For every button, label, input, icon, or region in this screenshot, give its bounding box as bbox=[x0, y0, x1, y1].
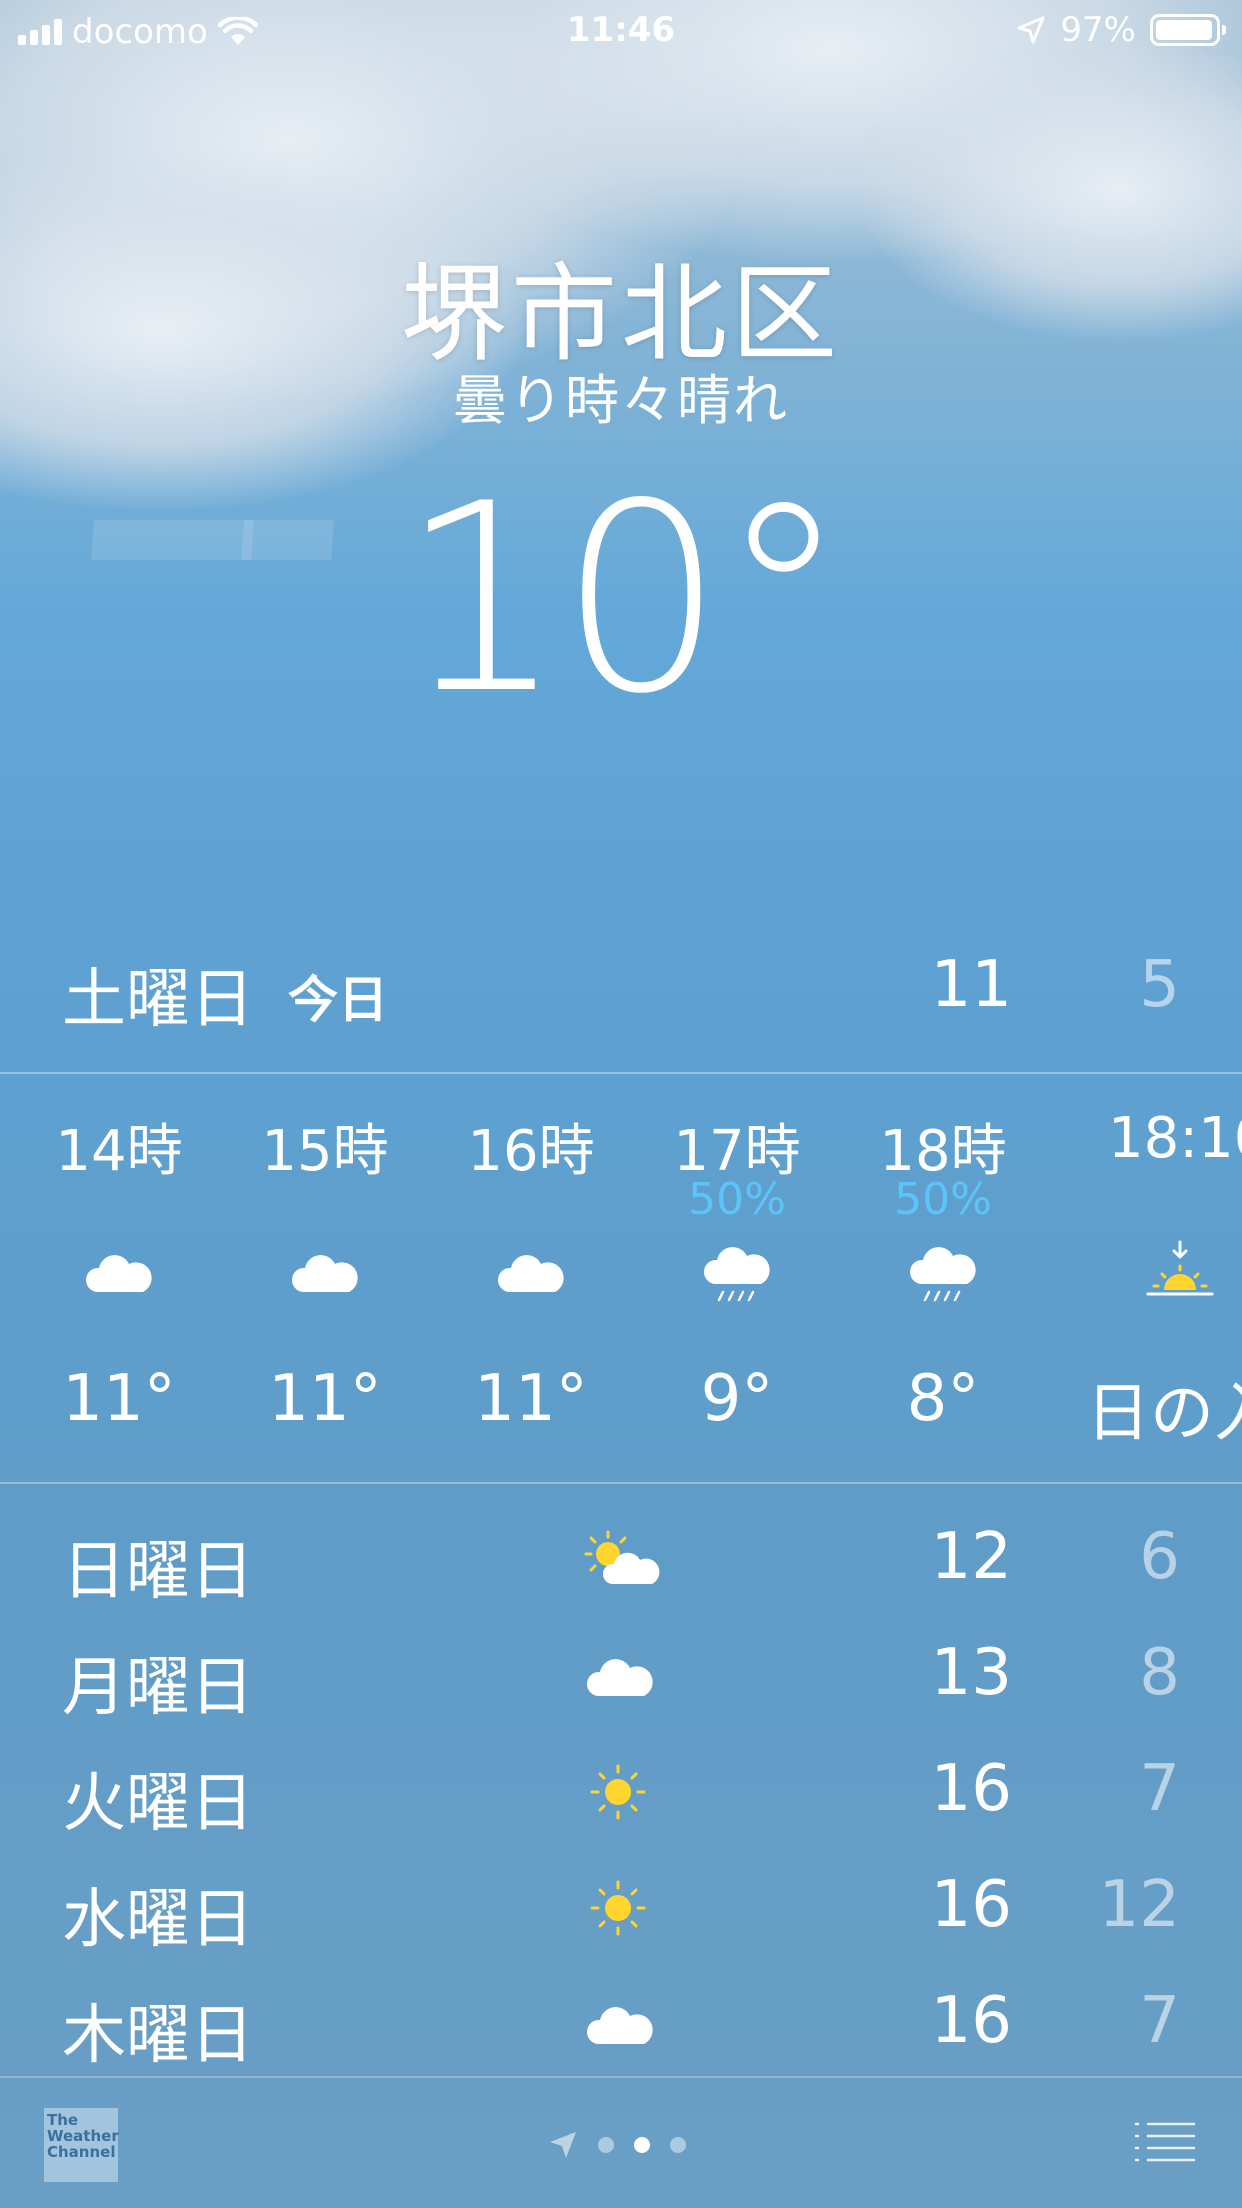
today-low: 5 bbox=[1139, 948, 1180, 1022]
cloud-icon bbox=[586, 2007, 653, 2044]
daily-high: 16 bbox=[930, 1752, 1012, 1826]
hourly-item: 16時 11° bbox=[428, 1074, 634, 1470]
rain-cloud-icon bbox=[909, 1247, 976, 1302]
cloud-icon bbox=[586, 1659, 653, 1696]
hour-temp: 11° bbox=[268, 1362, 382, 1436]
location-arrow-icon bbox=[550, 2132, 576, 2158]
page-dot[interactable] bbox=[598, 2137, 614, 2153]
today-row: 土曜日 今日 11 5 bbox=[0, 948, 1242, 1037]
daily-high: 16 bbox=[930, 1868, 1012, 1942]
daily-low: 8 bbox=[1139, 1636, 1180, 1710]
hour-time: 18:10 bbox=[1108, 1106, 1242, 1171]
hour-time: 15時 bbox=[261, 1119, 389, 1184]
hourly-item: 18:10 日の入 bbox=[1080, 1074, 1242, 1470]
logo-text: Weather bbox=[47, 2127, 119, 2145]
daily-high: 16 bbox=[930, 1984, 1012, 2058]
daily-low: 12 bbox=[1098, 1868, 1180, 1942]
daily-row: 火曜日 16 7 bbox=[0, 1752, 1242, 1868]
footer-bar: The Weather Channel bbox=[0, 2078, 1242, 2208]
cloud-icon bbox=[85, 1255, 152, 1292]
hourly-item: 17時 50% 9° bbox=[634, 1074, 840, 1470]
sun-icon bbox=[590, 1764, 646, 1820]
daily-day: 日曜日 bbox=[62, 1535, 254, 1609]
hour-temp: 日の入 bbox=[1086, 1377, 1242, 1451]
daily-low: 7 bbox=[1139, 1984, 1180, 2058]
daily-row: 水曜日 16 12 bbox=[0, 1868, 1242, 1984]
current-temperature: 10° bbox=[399, 449, 849, 751]
daily-day: 月曜日 bbox=[62, 1651, 254, 1725]
cloud-icon bbox=[291, 1255, 358, 1292]
weather-condition: 曇り時々晴れ bbox=[453, 369, 789, 432]
today-day: 土曜日 bbox=[62, 963, 254, 1037]
sun-icon bbox=[590, 1880, 646, 1936]
daily-day: 火曜日 bbox=[62, 1767, 254, 1841]
rain-cloud-icon bbox=[703, 1247, 770, 1302]
battery-percent: 97% bbox=[1060, 10, 1136, 50]
weather-channel-logo[interactable]: The Weather Channel bbox=[44, 2108, 119, 2182]
daily-row: 日曜日 12 6 bbox=[0, 1520, 1242, 1636]
logo-text: The bbox=[47, 2111, 79, 2129]
page-dot-active[interactable] bbox=[634, 2137, 650, 2153]
daily-low: 7 bbox=[1139, 1752, 1180, 1826]
hour-temp: 8° bbox=[906, 1362, 980, 1436]
location-arrow-icon bbox=[1017, 16, 1045, 44]
daily-day: 水曜日 bbox=[62, 1883, 254, 1957]
divider bbox=[0, 1482, 1242, 1484]
hourly-item: 14時 11° bbox=[16, 1074, 222, 1470]
hour-temp: 9° bbox=[700, 1362, 774, 1436]
daily-high: 12 bbox=[930, 1520, 1012, 1594]
hour-precip: 50% bbox=[894, 1174, 992, 1225]
partly-sunny-icon bbox=[584, 1530, 660, 1584]
hour-time: 14時 bbox=[55, 1119, 183, 1184]
battery-icon bbox=[1150, 14, 1226, 46]
today-tag: 今日 bbox=[288, 971, 388, 1029]
hour-temp: 11° bbox=[62, 1362, 176, 1436]
hour-precip: 50% bbox=[688, 1174, 786, 1225]
sunset-icon bbox=[1146, 1240, 1214, 1296]
today-high: 11 bbox=[930, 948, 1012, 1022]
page-dot[interactable] bbox=[670, 2137, 686, 2153]
daily-low: 6 bbox=[1139, 1520, 1180, 1594]
daily-high: 13 bbox=[930, 1636, 1012, 1710]
city-list-icon[interactable] bbox=[1132, 2118, 1198, 2166]
hourly-forecast[interactable]: 14時 11° 15時 11° 16時 11° 17時 50% 9° 18時 5… bbox=[0, 1074, 1242, 1470]
daily-day: 木曜日 bbox=[62, 1999, 254, 2073]
daily-row: 月曜日 13 8 bbox=[0, 1636, 1242, 1752]
logo-text: Channel bbox=[47, 2143, 116, 2161]
hourly-item: 18時 50% 8° bbox=[840, 1074, 1046, 1470]
hour-temp: 11° bbox=[474, 1362, 588, 1436]
status-bar: docomo 11:46 97% bbox=[0, 0, 1242, 62]
cloud-icon bbox=[497, 1255, 564, 1292]
page-indicator[interactable] bbox=[548, 2130, 686, 2160]
hourly-item: 15時 11° bbox=[222, 1074, 428, 1470]
hour-time: 16時 bbox=[467, 1119, 595, 1184]
